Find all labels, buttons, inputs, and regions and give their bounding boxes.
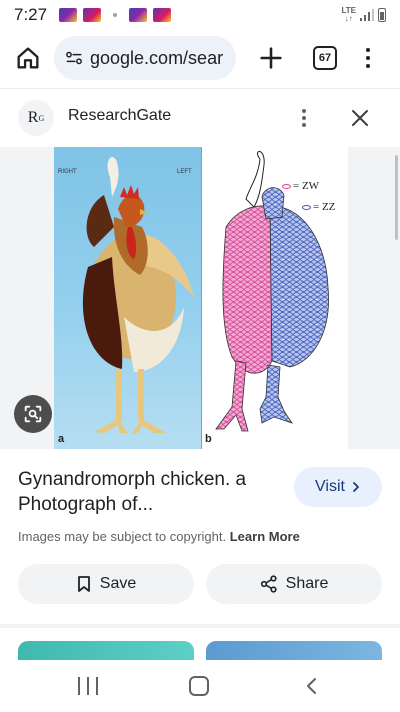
copyright-notice: Images may be subject to copyright. Lear… xyxy=(18,529,300,544)
data-arrows-icon: ↓↑ xyxy=(344,14,353,23)
related-image-thumbnail[interactable] xyxy=(18,641,194,661)
game-app-icon xyxy=(59,8,78,22)
system-nav-bar xyxy=(0,660,400,712)
share-button[interactable]: Share xyxy=(206,564,382,604)
result-title[interactable]: Gynandromorph chicken. a Photograph of..… xyxy=(18,467,283,517)
gynandromorph-diagram xyxy=(215,151,329,432)
status-time: 7:27 xyxy=(14,5,48,24)
back-icon[interactable] xyxy=(302,676,322,696)
signal-icon xyxy=(360,9,374,21)
rooster-photo-illustration xyxy=(82,156,194,433)
panel-a-letter: a xyxy=(58,433,65,445)
result-image[interactable]: RIGHT LEFT a = ZW = ZZ b xyxy=(54,147,348,449)
toolbar-divider xyxy=(0,88,400,89)
tab-count: 67 xyxy=(318,52,332,64)
notification-dot-icon xyxy=(113,13,118,17)
share-icon xyxy=(260,575,277,593)
copyright-text: Images may be subject to copyright. xyxy=(18,529,227,544)
image-preview[interactable]: RIGHT LEFT a = ZW = ZZ b xyxy=(0,147,400,449)
lens-search-button[interactable] xyxy=(14,395,52,433)
source-name[interactable]: ResearchGate xyxy=(68,107,171,125)
tab-switcher-button[interactable]: 67 xyxy=(313,46,337,70)
address-bar[interactable]: google.com/sear xyxy=(54,36,236,80)
related-image-thumbnail[interactable] xyxy=(206,641,382,661)
photo-panel: RIGHT LEFT a xyxy=(54,147,201,449)
legend-zz-label: = ZZ xyxy=(313,201,336,213)
game-app-icon xyxy=(153,8,172,22)
page-scrollbar[interactable] xyxy=(395,155,398,240)
status-bar: 7:27 LTE ↓↑ xyxy=(0,0,400,30)
game-app-icon xyxy=(83,8,102,22)
diagram-panel: = ZW = ZZ b xyxy=(201,147,348,449)
status-notification-icons xyxy=(59,8,172,22)
chevron-right-icon xyxy=(353,482,359,492)
source-logo[interactable]: RG xyxy=(18,100,54,136)
panel-b-letter: b xyxy=(205,433,212,445)
network-indicator: LTE ↓↑ xyxy=(341,7,356,23)
save-button[interactable]: Save xyxy=(18,564,194,604)
site-settings-icon[interactable] xyxy=(64,48,84,68)
battery-icon xyxy=(378,8,386,22)
game-app-icon xyxy=(129,8,148,22)
new-tab-icon[interactable] xyxy=(257,44,285,72)
legend-zw-swatch xyxy=(282,183,291,189)
legend-zz: = ZZ xyxy=(302,201,335,213)
logo-superscript: G xyxy=(38,113,45,123)
close-icon[interactable] xyxy=(348,106,372,130)
more-options-icon[interactable] xyxy=(296,106,312,130)
section-divider xyxy=(0,624,400,628)
recent-apps-icon[interactable] xyxy=(78,677,98,695)
nav-home-icon[interactable] xyxy=(189,676,209,696)
source-header: RG ResearchGate xyxy=(0,90,400,146)
visit-button[interactable]: Visit xyxy=(294,467,382,507)
learn-more-link[interactable]: Learn More xyxy=(230,529,300,544)
legend-zz-swatch xyxy=(302,204,311,210)
legend-zw-label: = ZW xyxy=(293,180,320,192)
visit-label: Visit xyxy=(315,478,345,495)
browser-toolbar: google.com/sear 67 xyxy=(0,34,400,82)
home-icon[interactable] xyxy=(14,44,42,72)
bookmark-icon xyxy=(77,576,90,592)
status-system-icons: LTE ↓↑ xyxy=(341,7,386,23)
browser-menu-icon[interactable] xyxy=(358,44,378,72)
save-label: Save xyxy=(99,575,137,592)
logo-letter: R xyxy=(27,109,39,126)
share-label: Share xyxy=(285,575,329,592)
url-text[interactable]: google.com/sear xyxy=(90,48,223,69)
legend-zw: = ZW xyxy=(282,180,319,192)
lens-icon xyxy=(24,405,42,423)
